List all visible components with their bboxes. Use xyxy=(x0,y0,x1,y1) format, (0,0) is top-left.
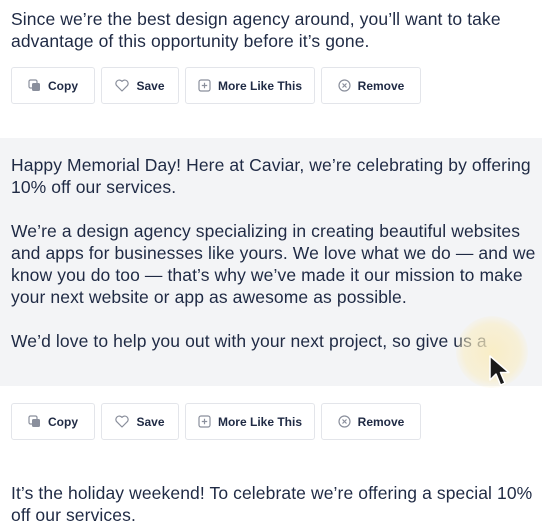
plus-square-icon xyxy=(198,415,211,428)
save-button[interactable]: Save xyxy=(101,403,179,440)
save-button[interactable]: Save xyxy=(101,67,179,104)
remove-button[interactable]: Remove xyxy=(321,403,421,440)
post-3-paragraph: It’s the holiday weekend! To celebrate w… xyxy=(11,483,533,525)
remove-button-label: Remove xyxy=(357,78,405,93)
save-button-label: Save xyxy=(136,78,165,93)
copy-button-label: Copy xyxy=(48,78,78,93)
more-like-this-label: More Like This xyxy=(217,78,303,93)
post-1-paragraph: Since we’re the best design agency aroun… xyxy=(11,9,501,51)
remove-button-label: Remove xyxy=(357,414,405,429)
mouse-pointer-icon xyxy=(488,354,514,393)
copy-button-label: Copy xyxy=(48,414,78,429)
post-1-actions: Copy Save More Like This Remove xyxy=(11,67,421,105)
post-text-1: Since we’re the best design agency aroun… xyxy=(0,8,542,52)
post-2-paragraph-2: We’re a design agency specializing in cr… xyxy=(11,221,536,307)
heart-icon xyxy=(115,79,130,92)
remove-button[interactable]: Remove xyxy=(321,67,421,104)
x-circle-icon xyxy=(338,415,351,428)
post-text-3: It’s the holiday weekend! To celebrate w… xyxy=(0,482,542,526)
copy-icon xyxy=(28,415,41,428)
heart-icon xyxy=(115,415,130,428)
post-2-paragraph-1: Happy Memorial Day! Here at Caviar, we’r… xyxy=(11,155,531,197)
plus-square-icon xyxy=(198,79,211,92)
post-2-actions: Copy Save More Like This Remove xyxy=(11,403,421,441)
save-button-label: Save xyxy=(136,414,165,429)
x-circle-icon xyxy=(338,79,351,92)
copy-button[interactable]: Copy xyxy=(11,403,95,440)
more-like-this-label: More Like This xyxy=(217,414,303,429)
more-like-this-button[interactable]: More Like This xyxy=(185,403,315,440)
copy-button[interactable]: Copy xyxy=(11,67,95,104)
copy-icon xyxy=(28,79,41,92)
more-like-this-button[interactable]: More Like This xyxy=(185,67,315,104)
